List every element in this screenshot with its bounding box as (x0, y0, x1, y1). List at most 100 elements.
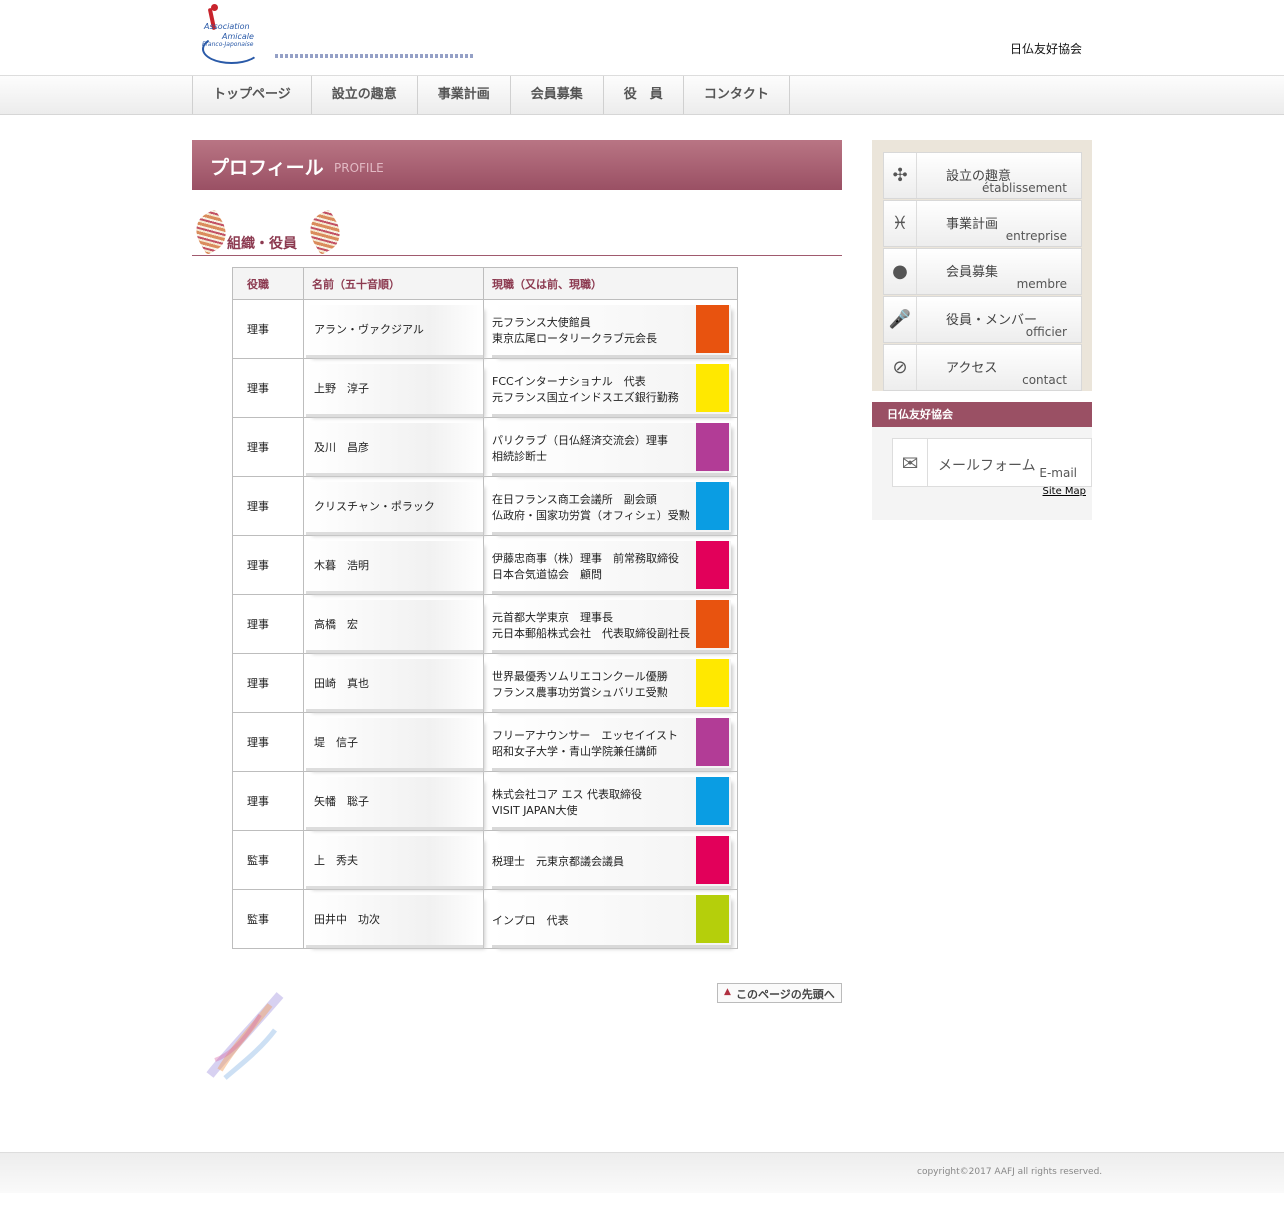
job-line: 東京広尾ロータリークラブ元会長 (492, 331, 657, 345)
name-cell: 上野 淳子 (303, 358, 484, 418)
sidebar-item-label: 事業計画 (946, 217, 999, 232)
role-cell: 監事 (232, 889, 304, 949)
job-cell: 元フランス大使館員 東京広尾ロータリークラブ元会長 (483, 299, 738, 359)
job-box: パリクラブ（日仏経済交流会）理事 相続診断士 (492, 422, 731, 476)
job-cell: 元首都大学東京 理事長 元日本郵船株式会社 代表取締役副社長 (483, 594, 738, 654)
job-box: 世界最優秀ソムリエコンクール優勝 フランス農事功労賞シュバリエ受勲 (492, 658, 731, 712)
job-line: 日本合気道協会 顧問 (492, 567, 602, 581)
table-row: 理事 矢幡 聡子 株式会社コア エス 代表取締役 VISIT JAPAN大使 (232, 771, 738, 831)
sidebar-item-sublabel: entreprise (1005, 229, 1067, 243)
job-cell: FCCインターナショナル 代表元フランス国立インドスエズ銀行勤務 (483, 358, 738, 418)
nav-members[interactable]: 会員募集 (511, 76, 604, 114)
site-logo[interactable]: Association Amicale Franco-Japonaise (200, 4, 480, 68)
member-name: 木暮 浩明 (314, 558, 369, 572)
name-box: 田崎 真也 (306, 658, 483, 712)
back-to-top-label: このページの先頭へ (736, 988, 835, 1001)
name-cell: クリスチャン・ポラック (303, 476, 484, 536)
job-line: フリーアナウンサー エッセイイスト (492, 728, 679, 742)
sidebar-item-officers[interactable]: 🎤 役員・メンバー officier (883, 296, 1082, 343)
sidebar-item-label: 会員募集 (946, 265, 999, 280)
site-name: 日仏友好協会 (1010, 42, 1083, 56)
name-cell: 堤 信子 (303, 712, 484, 772)
table-row: 理事 上野 淳子 FCCインターナショナル 代表 元フランス国立インドスエズ銀行勤務 (232, 358, 738, 418)
job-box: FCCインターナショナル 代表元フランス国立インドスエズ銀行勤務 (492, 363, 731, 417)
role-cell: 理事 (232, 712, 304, 772)
sidebar-item-purpose[interactable]: ✣ 設立の趣意 établissement (883, 152, 1082, 199)
color-swatch (696, 776, 729, 825)
name-box: 田井中 功次 (306, 894, 483, 948)
job-cell: 株式会社コア エス 代表取締役 VISIT JAPAN大使 (483, 771, 738, 831)
color-swatch (696, 894, 729, 943)
role-cell: 理事 (232, 594, 304, 654)
logo-text-line1: Association (204, 22, 250, 31)
nav-top[interactable]: トップページ (193, 76, 312, 114)
logo-text-line3: Franco-Japonaise (202, 41, 254, 48)
mail-form-button[interactable]: ✉ メールフォーム E-mail (892, 438, 1092, 487)
job-line: パリクラブ（日仏経済交流会）理事 (492, 433, 668, 447)
job-box: 元首都大学東京 理事長 元日本郵船株式会社 代表取締役副社長 (492, 599, 731, 653)
arrow-up-icon: ▲ (724, 987, 731, 997)
job-cell: 税理士 元東京都議会議員 (483, 830, 738, 890)
sidebar-menu: ✣ 設立の趣意 établissement ♓ 事業計画 entreprise … (872, 140, 1092, 391)
logo-text-line2: Amicale (222, 32, 254, 41)
name-cell: 木暮 浩明 (303, 535, 484, 595)
col-header-job: 現職（又は前、現職） (483, 267, 738, 300)
table-row: 理事 クリスチャン・ポラック 在日フランス商工会議所 副会頭 仏政府・国家功労賞（オフ… (232, 476, 738, 536)
job-box: 伊藤忠商事（株）理事 前常務取締役 日本合気道協会 顧問 (492, 540, 731, 594)
name-cell: 上 秀夫 (303, 830, 484, 890)
job-box: 在日フランス商工会議所 副会頭 仏政府・国家功労賞（オフィシェ）受勲 (492, 481, 731, 535)
sidebar-item-access[interactable]: ⊘ アクセス contact (883, 344, 1082, 391)
member-name: 上 秀夫 (314, 853, 358, 867)
sidebar-item-members[interactable]: ● 会員募集 membre (883, 248, 1082, 295)
nav-purpose[interactable]: 設立の趣意 (312, 76, 418, 114)
member-name: 上野 淳子 (314, 381, 369, 395)
job-cell: パリクラブ（日仏経済交流会）理事 相続診断士 (483, 417, 738, 477)
color-swatch (696, 835, 729, 884)
person-icon: ● (884, 249, 917, 294)
header: Association Amicale Franco-Japonaise 日仏友… (0, 0, 1284, 76)
sidebar-item-sublabel: officier (1025, 325, 1067, 339)
footer: copyright©2017 AAFJ all rights reserved. (0, 1152, 1284, 1193)
sitemap-link[interactable]: Site Map (1043, 486, 1086, 497)
nav-officers[interactable]: 役 員 (604, 76, 684, 114)
color-swatch (696, 599, 729, 648)
member-name: 矢幡 聡子 (314, 794, 369, 808)
job-cell: 世界最優秀ソムリエコンクール優勝 フランス農事功労賞シュバリエ受勲 (483, 653, 738, 713)
role-cell: 理事 (232, 771, 304, 831)
back-to-top-button[interactable]: ▲ このページの先頭へ (717, 983, 842, 1003)
sidebar-item-label: アクセス (946, 361, 998, 376)
sidebar-item-plan[interactable]: ♓ 事業計画 entreprise (883, 200, 1082, 247)
role-cell: 理事 (232, 535, 304, 595)
member-name: 田井中 功次 (314, 912, 380, 926)
col-header-role: 役職 (232, 267, 304, 300)
network-icon: ✣ (884, 153, 917, 198)
section-title: 組織・役員 (227, 236, 297, 252)
page-title-en: PROFILE (334, 161, 384, 175)
mail-form-sublabel: E-mail (1039, 466, 1077, 480)
job-cell: 在日フランス商工会議所 副会頭 仏政府・国家功労賞（オフィシェ）受勲 (483, 476, 738, 536)
name-box: 高橋 宏 (306, 599, 483, 653)
job-line: 伊藤忠商事（株）理事 前常務取締役 (492, 551, 679, 565)
section-heading: 組織・役員 (189, 208, 842, 256)
job-line: フランス農事功労賞シュバリエ受勲 (492, 685, 668, 699)
name-cell: 矢幡 聡子 (303, 771, 484, 831)
table-row: 理事 及川 昌彦 パリクラブ（日仏経済交流会）理事 相続診断士 (232, 417, 738, 477)
name-box: 上野 淳子 (306, 363, 483, 417)
decorative-brush-art (206, 992, 284, 1080)
member-name: クリスチャン・ポラック (314, 499, 435, 513)
job-line: FCCインターナショナル 代表 (492, 374, 646, 388)
role-cell: 監事 (232, 830, 304, 890)
job-line: 元フランス国立インドスエズ銀行勤務 (492, 390, 679, 404)
color-swatch (696, 540, 729, 589)
color-swatch (696, 717, 729, 766)
leaf-icon (303, 208, 347, 256)
page-title: プロフィール (210, 157, 324, 179)
copyright: copyright©2017 AAFJ all rights reserved. (917, 1167, 1103, 1177)
sidebar-item-sublabel: membre (1016, 277, 1067, 291)
name-box: 上 秀夫 (306, 835, 483, 889)
nav-contact[interactable]: コンタクト (684, 76, 790, 114)
job-cell: インプロ 代表 (483, 889, 738, 949)
job-line: 株式会社コア エス 代表取締役 (492, 787, 642, 801)
member-name: 高橋 宏 (314, 617, 358, 631)
nav-plan[interactable]: 事業計画 (418, 76, 511, 114)
